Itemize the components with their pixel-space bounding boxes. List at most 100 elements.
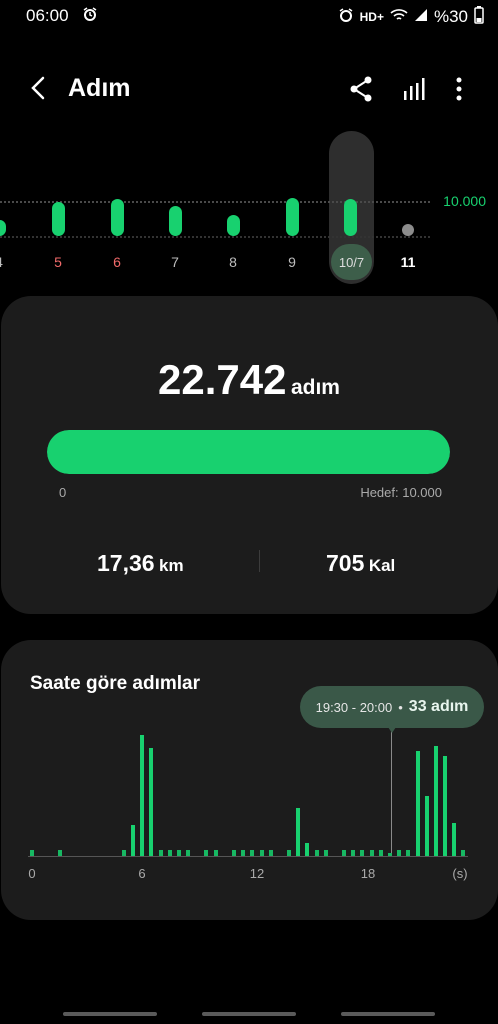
share-button[interactable] bbox=[346, 74, 376, 104]
signal-icon bbox=[414, 8, 428, 26]
hour-bar[interactable] bbox=[57, 849, 62, 856]
bar-chart-icon bbox=[404, 78, 425, 100]
hour-bar[interactable] bbox=[296, 807, 301, 856]
calories-unit: Kal bbox=[368, 556, 396, 575]
day-bar[interactable] bbox=[343, 199, 357, 236]
day-label[interactable]: 6 bbox=[97, 254, 137, 270]
steps-progress-fill bbox=[47, 430, 450, 474]
nav-recents[interactable] bbox=[63, 1012, 157, 1016]
hour-bar[interactable] bbox=[305, 842, 310, 856]
day-label[interactable]: 4 bbox=[0, 254, 19, 270]
hour-bar[interactable] bbox=[250, 849, 255, 856]
status-time: 06:00 bbox=[26, 6, 69, 25]
selected-day-label[interactable]: 10/7 bbox=[331, 244, 372, 280]
trends-button[interactable] bbox=[400, 74, 430, 104]
hour-bar[interactable] bbox=[452, 822, 457, 856]
more-options-button[interactable] bbox=[444, 74, 474, 104]
alarm-icon bbox=[82, 6, 98, 27]
hour-bar[interactable] bbox=[158, 849, 163, 856]
status-icons: HD+ %30 bbox=[338, 6, 484, 28]
nav-home[interactable] bbox=[202, 1012, 296, 1016]
stat-divider bbox=[259, 550, 260, 572]
distance-value: 17,36 bbox=[97, 550, 155, 576]
day-bar[interactable] bbox=[168, 205, 182, 236]
day-label[interactable]: 5 bbox=[38, 254, 78, 270]
hour-bar[interactable] bbox=[406, 849, 411, 856]
day-label[interactable]: 11 bbox=[388, 254, 428, 270]
hour-bar[interactable] bbox=[231, 849, 236, 856]
hour-bar[interactable] bbox=[360, 849, 365, 856]
hour-bar[interactable] bbox=[323, 849, 328, 856]
hour-bar[interactable] bbox=[30, 849, 34, 856]
more-vertical-icon bbox=[456, 77, 462, 101]
hour-tick: 18 bbox=[360, 866, 376, 881]
hour-bar[interactable] bbox=[241, 849, 246, 856]
day-bar[interactable] bbox=[51, 201, 65, 236]
baseline bbox=[0, 236, 430, 238]
hour-bar[interactable] bbox=[397, 849, 402, 856]
hour-bar[interactable] bbox=[149, 748, 154, 856]
today-marker bbox=[402, 224, 414, 236]
hour-bar[interactable] bbox=[351, 849, 356, 856]
steps-count: 22.742 bbox=[158, 356, 287, 403]
steps-unit: adım bbox=[290, 376, 340, 399]
goal-line bbox=[0, 201, 430, 203]
day-label[interactable]: 9 bbox=[272, 254, 312, 270]
hour-bar[interactable] bbox=[213, 849, 218, 856]
calories-stat: 705 Kal bbox=[326, 550, 395, 577]
goal-label: 10.000 bbox=[443, 193, 486, 209]
calories-value: 705 bbox=[326, 550, 365, 576]
hour-unit: (s) bbox=[452, 866, 468, 881]
hour-bar[interactable] bbox=[176, 849, 181, 856]
hour-bar[interactable] bbox=[140, 735, 145, 856]
page-title: Adım bbox=[68, 74, 131, 102]
hour-bar[interactable] bbox=[369, 849, 374, 856]
hour-bar[interactable] bbox=[130, 824, 135, 856]
hour-bar[interactable] bbox=[461, 849, 466, 856]
chevron-left-icon bbox=[31, 76, 45, 100]
tooltip-separator: • bbox=[398, 699, 403, 715]
share-icon bbox=[350, 76, 372, 102]
hour-tooltip: 19:30 - 20:00 • 33 adım bbox=[300, 686, 484, 728]
hourly-title: Saate göre adımlar bbox=[30, 673, 201, 694]
hour-bar[interactable] bbox=[121, 849, 126, 856]
hour-bar[interactable] bbox=[314, 849, 319, 856]
hour-bar[interactable] bbox=[415, 751, 420, 856]
hour-tick: 0 bbox=[28, 866, 36, 881]
progress-min-label: 0 bbox=[59, 485, 67, 500]
back-button[interactable] bbox=[24, 72, 54, 104]
day-bar[interactable] bbox=[110, 199, 124, 236]
day-bar[interactable] bbox=[226, 215, 240, 236]
alarm-icon bbox=[338, 7, 354, 27]
distance-stat: 17,36 km bbox=[97, 550, 184, 577]
wifi-icon bbox=[390, 8, 408, 26]
day-bar[interactable] bbox=[0, 220, 6, 236]
hour-bar[interactable] bbox=[443, 756, 448, 856]
battery-percent: %30 bbox=[433, 7, 468, 26]
hour-tick: 6 bbox=[138, 866, 146, 881]
hour-bar[interactable] bbox=[388, 852, 393, 856]
hour-bar[interactable] bbox=[204, 849, 209, 856]
tooltip-range: 19:30 - 20:00 bbox=[315, 699, 393, 715]
hour-bar[interactable] bbox=[378, 849, 383, 856]
battery-icon bbox=[474, 6, 484, 28]
nav-back[interactable] bbox=[341, 1012, 435, 1016]
steps-progress-bar bbox=[47, 430, 450, 474]
distance-unit: km bbox=[159, 556, 184, 575]
steps-total: 22.742 adım bbox=[0, 356, 498, 404]
hour-bar[interactable] bbox=[424, 795, 429, 856]
hour-bar[interactable] bbox=[342, 849, 347, 856]
tooltip-value: 33 adım bbox=[408, 698, 469, 715]
hour-bar[interactable] bbox=[186, 849, 191, 856]
hour-bar[interactable] bbox=[287, 849, 292, 856]
tooltip-line bbox=[391, 728, 392, 856]
hour-bar[interactable] bbox=[167, 849, 172, 856]
hour-tick: 12 bbox=[249, 866, 265, 881]
day-label[interactable]: 8 bbox=[213, 254, 253, 270]
hour-bar[interactable] bbox=[268, 849, 273, 856]
hour-bar[interactable] bbox=[259, 849, 264, 856]
day-label[interactable]: 7 bbox=[155, 254, 195, 270]
progress-target-label: Hedef: 10.000 bbox=[360, 485, 442, 500]
hour-bar[interactable] bbox=[433, 746, 438, 856]
day-bar[interactable] bbox=[285, 197, 299, 236]
